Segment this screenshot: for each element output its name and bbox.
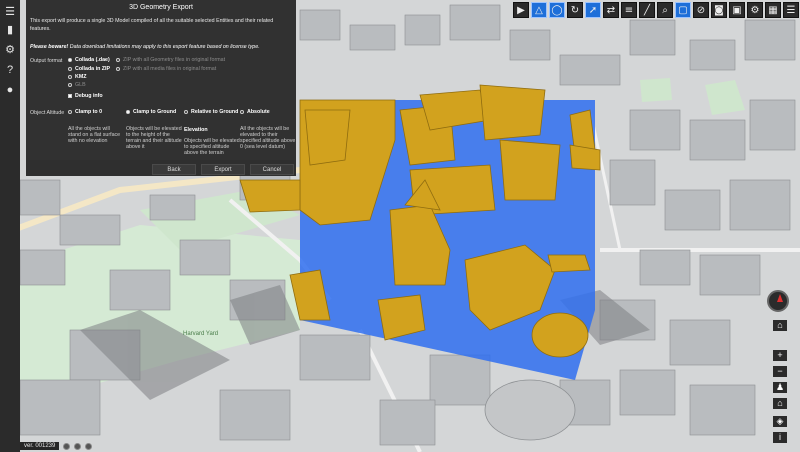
elevation-heading: Elevation (184, 127, 208, 133)
radio-icon (116, 58, 120, 62)
layers-icon[interactable]: ◈ (773, 416, 787, 427)
bookmark-icon[interactable]: ▮ (2, 22, 18, 38)
radio-icon (68, 83, 72, 87)
geometry-export-dialog: 3D Geometry Export This export will prod… (26, 0, 296, 176)
info-icon[interactable]: i (773, 432, 787, 443)
district-label: Harvard Yard (183, 331, 218, 337)
play-icon[interactable]: ▶ (513, 2, 529, 18)
help-icon[interactable]: ? (2, 62, 18, 78)
main-toolbar: ▶ △ ◯ ↻ ➚ ⇄ ≡ ╱ ⌕ ▢ ⊘ ◙ ▣ ⚙ ▦ ☰ (513, 0, 800, 20)
zip-geometry-option[interactable]: ZIP with all Geometry files in original … (116, 57, 225, 63)
back-button[interactable]: Back (152, 164, 196, 175)
cursor-icon[interactable]: ➚ (585, 2, 601, 18)
radio-icon (68, 58, 72, 62)
warning-text: Data download limitations may apply to t… (68, 44, 260, 50)
dialog-warning: Please beware! Data download limitations… (30, 44, 292, 50)
gear-icon[interactable]: ⚙ (2, 42, 18, 58)
debug-info-checkbox[interactable]: Debug info (68, 93, 103, 99)
dialog-intro: This export will produce a single 3D Mod… (30, 18, 274, 32)
status-bar: ver. 001239 (20, 440, 93, 452)
gear-icon[interactable]: ⚙ (747, 2, 763, 18)
export-button[interactable]: Export (201, 164, 245, 175)
radio-icon (68, 67, 72, 71)
object-altitude-label: Object Altitude (30, 110, 65, 116)
format-option-dae[interactable]: Collada (.dae) (68, 57, 110, 63)
altitude-clamp-zero[interactable]: Clamp to 0 (68, 109, 102, 115)
no-icon[interactable]: ⊘ (693, 2, 709, 18)
zoom-in-button[interactable]: + (773, 350, 787, 361)
warning-strong: Please beware! (30, 44, 69, 50)
cancel-button[interactable]: Cancel (250, 164, 294, 175)
status-icon[interactable] (74, 442, 82, 450)
triangle-icon[interactable]: △ (531, 2, 547, 18)
altitude-relative-ground[interactable]: Relative to Ground (184, 109, 238, 115)
radio-icon (116, 67, 120, 71)
radio-icon (126, 110, 130, 114)
tilt-icon[interactable]: ⌂ (773, 320, 787, 331)
compass-needle (777, 294, 783, 302)
checkbox-icon (68, 94, 72, 98)
radio-icon (68, 75, 72, 79)
dialog-title: 3D Geometry Export (129, 4, 193, 11)
search-icon[interactable]: ⌕ (657, 2, 673, 18)
refresh-icon[interactable]: ↻ (567, 2, 583, 18)
altitude-note-absolute: All the objects will be elevated to thei… (240, 126, 296, 150)
format-option-zip[interactable]: Collada in ZIP (68, 66, 110, 72)
left-sidebar: ☰ ▮ ⚙ ? ● (0, 0, 20, 452)
circle-icon[interactable]: ◯ (549, 2, 565, 18)
compass-icon[interactable] (767, 290, 789, 312)
radio-icon (68, 110, 72, 114)
altitude-note-clamp-ground: Objects will be elevated to the height o… (126, 126, 182, 150)
format-option-kmz[interactable]: KMZ (68, 74, 86, 80)
status-icon[interactable] (63, 442, 71, 450)
list-icon[interactable]: ☰ (783, 2, 799, 18)
frame-icon[interactable]: ▢ (675, 2, 691, 18)
home-icon[interactable]: ⌂ (773, 398, 787, 409)
layers-icon[interactable]: ≡ (621, 2, 637, 18)
radio-icon (184, 110, 188, 114)
altitude-absolute[interactable]: Absolute (240, 109, 270, 115)
format-option-glb[interactable]: GLB (68, 82, 86, 88)
walk-icon[interactable]: ♟ (773, 382, 787, 393)
grid-icon[interactable]: ▦ (765, 2, 781, 18)
camera-icon[interactable]: ◙ (711, 2, 727, 18)
version-label: ver. 001239 (20, 442, 60, 450)
altitude-clamp-ground[interactable]: Clamp to Ground (126, 109, 176, 115)
user-icon[interactable]: ● (2, 82, 18, 98)
image-icon[interactable]: ▣ (729, 2, 745, 18)
radio-icon (240, 110, 244, 114)
zoom-out-button[interactable]: − (773, 366, 787, 377)
swap-icon[interactable]: ⇄ (603, 2, 619, 18)
menu-icon[interactable]: ☰ (2, 4, 18, 20)
altitude-note-relative: Objects will be elevated to specified al… (184, 138, 240, 156)
zip-media-option[interactable]: ZIP with all media files in original for… (116, 66, 216, 72)
ruler-icon[interactable]: ╱ (639, 2, 655, 18)
status-icon[interactable] (85, 442, 93, 450)
output-format-label: Output format (30, 58, 63, 64)
altitude-note-clamp-zero: All the objects will stand on a flat sur… (68, 126, 121, 144)
